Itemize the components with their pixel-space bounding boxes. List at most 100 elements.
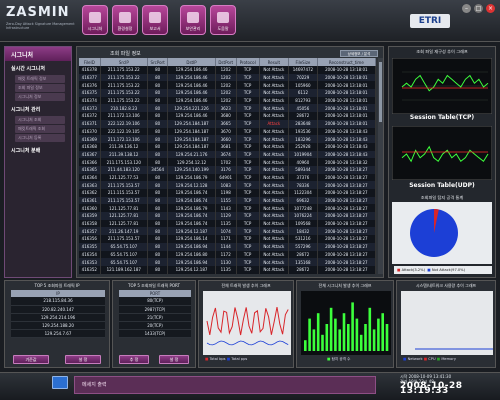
- table-cell: 416376: [79, 81, 101, 90]
- table-row[interactable]: 416374 211.175.153.22 80 129.254.186.46 1202…: [79, 96, 376, 105]
- column-header[interactable]: FileSize: [288, 58, 318, 66]
- nav-settings-button[interactable]: 환경설정: [112, 5, 138, 35]
- list-item[interactable]: 129.254.214.196: [11, 313, 105, 322]
- table-row[interactable]: 416373 210.182.8.23 80 129.254.221.226 3623 T…: [79, 104, 376, 113]
- table-row[interactable]: 416364 121.125.77.53 80 129.254.186.79 64901…: [79, 173, 376, 182]
- table-cell: 129.254.221.226: [167, 104, 216, 113]
- table-cell: 2008-10-28 13:18:01: [317, 89, 376, 97]
- scrollbar-thumb[interactable]: [379, 62, 382, 122]
- list-item[interactable]: 129.254.7.67: [11, 329, 105, 338]
- table-row[interactable]: 416358 121.125.77.81 80 129.254.186.74 1135 T…: [79, 219, 376, 228]
- table-row[interactable]: 416371 222.122.19.106 80 129.254.184.187 366…: [79, 119, 376, 128]
- nav-security-button[interactable]: 보안관리: [180, 5, 206, 35]
- table-header: FileID SrcIP SrcPort DstIP DstPort Protocol Re…: [79, 58, 376, 66]
- column-header[interactable]: Reconstruct_time: [317, 58, 376, 66]
- table-cell: 416359: [79, 212, 101, 220]
- table-row[interactable]: 416369 211.172.13.106 80 129.254.184.187 366…: [79, 135, 376, 143]
- table-cell: 3674: [215, 150, 237, 159]
- table-row[interactable]: 416360 121.125.77.81 80 129.254.186.79 1143 T…: [79, 204, 376, 213]
- table-cell: 80: [147, 235, 169, 243]
- list-item[interactable]: 20(TCP): [119, 321, 191, 330]
- port-settings-button[interactable]: 설 정: [159, 355, 189, 364]
- table-row[interactable]: 416363 211.175.153.57 80 129.254.12.128 1083…: [79, 181, 376, 189]
- list-item[interactable]: 218.115.84.36: [11, 297, 105, 306]
- table-cell: 28672: [288, 250, 318, 259]
- list-item[interactable]: 2987(TCP): [119, 305, 191, 314]
- table-row[interactable]: 416365 211.44.183.120 34564 129.254.140.199…: [79, 165, 376, 174]
- list-item[interactable]: 220.82.240.147: [11, 305, 105, 314]
- table-cell: 416375: [79, 89, 101, 97]
- table-cell: 80: [147, 89, 169, 97]
- table-cell: 80: [147, 127, 169, 136]
- table-row[interactable]: 416377 211.175.153.22 80 129.254.186.46 1202…: [79, 73, 376, 82]
- column-header[interactable]: FileID: [79, 58, 101, 66]
- table-row[interactable]: 416366 211.175.153.120 80 129.254.12.12 1702…: [79, 158, 376, 166]
- signature-bar: [355, 318, 359, 351]
- tcp-session-title: Session Table(TCP): [409, 114, 475, 121]
- table-row[interactable]: 416370 222.122.19.105 80 129.254.184.187 367…: [79, 127, 376, 136]
- list-item[interactable]: 21(TCP): [119, 313, 191, 322]
- table-cell: 1130: [215, 258, 237, 266]
- table-cell: Not Attack: [259, 96, 290, 105]
- table-row[interactable]: 416375 211.175.153.22 80 129.254.186.46 1202…: [79, 89, 376, 97]
- table-row[interactable]: 416367 211.39.138.12 80 129.254.21.176 3674 T…: [79, 150, 376, 159]
- table-row[interactable]: 416356 211.175.153.57 80 129.254.186.14 1171…: [79, 235, 376, 243]
- table-cell: 183296: [288, 135, 318, 143]
- table-cell: TCP: [236, 66, 260, 74]
- nav-signature-button[interactable]: 시그니처: [82, 5, 108, 35]
- close-icon[interactable]: ×: [486, 4, 495, 13]
- column-header[interactable]: DstPort: [215, 58, 237, 66]
- port-estimate-button[interactable]: 추 정: [119, 355, 149, 364]
- list-item[interactable]: 80(TCP): [119, 297, 191, 306]
- table-row[interactable]: 416368 211.39.136.12 80 129.254.184.187 3681…: [79, 142, 376, 151]
- sidebar-item-signature-info[interactable]: 시그니처 정보: [15, 93, 65, 101]
- table-cell: TCP: [236, 196, 260, 205]
- sidebar-section-manage[interactable]: 시그니처 관리: [5, 102, 71, 115]
- ip-baseline-button[interactable]: 기준값: [13, 355, 49, 364]
- table-row[interactable]: 416376 211.175.153.22 80 129.254.186.46 1202…: [79, 81, 376, 90]
- table-cell: 1202: [215, 81, 237, 90]
- table-row[interactable]: 416353 65.54.75.107 80 129.254.186.94 1130 TC…: [79, 258, 376, 266]
- table-row[interactable]: 416355 65.54.75.107 80 129.254.186.94 1144 TC…: [79, 242, 376, 251]
- table-cell: 80: [147, 112, 169, 120]
- list-item[interactable]: 129.254.188.20: [11, 321, 105, 330]
- detail-analysis-button[interactable]: 상세정보 / 분석: [340, 50, 378, 57]
- table-cell: TCP: [236, 227, 260, 236]
- sidebar-section-realtime[interactable]: 실시간 시그니처: [5, 61, 71, 74]
- nav-report-button[interactable]: 보고서: [142, 5, 168, 35]
- column-header[interactable]: SrcIP: [100, 58, 148, 66]
- table-cell: 1172: [215, 250, 237, 259]
- column-header[interactable]: Result: [259, 58, 290, 66]
- table-row[interactable]: 416359 121.125.77.81 80 129.254.186.74 1129 T…: [79, 212, 376, 220]
- sidebar-item-packet-traffic[interactable]: 패킷 트래픽 정보: [15, 75, 65, 83]
- table-row[interactable]: 416378 211.175.153.22 80 129.254.186.46 1202…: [79, 66, 376, 74]
- sidebar-item-signature-register[interactable]: 시그니처 등록: [15, 134, 65, 142]
- column-header[interactable]: Protocol: [236, 58, 260, 66]
- sidebar-section-distribute[interactable]: 시그니처 분배: [5, 143, 71, 156]
- table-row[interactable]: 416354 65.54.75.107 80 129.254.186.80 1172 TC…: [79, 250, 376, 259]
- table-cell: 416358: [79, 219, 101, 228]
- table-row[interactable]: 416352 121.189.162.187 80 129.254.12.187 113…: [79, 265, 376, 274]
- sidebar-item-signature-search[interactable]: 시그니처 조회: [15, 116, 65, 124]
- signature-bar: [321, 334, 324, 351]
- list-item[interactable]: 1433(TCP): [119, 329, 191, 338]
- signature-bar: [304, 340, 307, 351]
- app-subtitle: Zero-Day Attack Signature Management Inf…: [6, 22, 75, 30]
- column-header[interactable]: SrcPort: [147, 58, 169, 66]
- table-cell: 80: [147, 196, 169, 205]
- maximize-icon[interactable]: □: [474, 4, 483, 13]
- table-row[interactable]: 416361 211.175.153.57 80 129.254.186.74 1155…: [79, 196, 376, 205]
- table-cell: 211.175.153.57: [100, 181, 148, 189]
- column-header[interactable]: DstIP: [167, 58, 216, 66]
- sidebar-item-file-info[interactable]: 조회 파일 정보: [15, 84, 65, 92]
- ip-settings-button[interactable]: 설 정: [65, 355, 101, 364]
- table-cell: Not Attack: [259, 112, 290, 120]
- table-scrollbar[interactable]: [378, 58, 383, 274]
- sidebar-item-traffic-search[interactable]: 패킷트래픽 조회: [15, 125, 65, 133]
- table-cell: 129.254.184.187: [167, 135, 216, 143]
- minimize-icon[interactable]: –: [462, 4, 471, 13]
- table-row[interactable]: 416357 211.26.147.19 80 129.254.12.187 1074 T…: [79, 227, 376, 236]
- table-row[interactable]: 416372 211.172.13.106 80 129.254.186.46 3680…: [79, 112, 376, 120]
- table-row[interactable]: 416362 211.115.153.57 80 129.254.186.74 1198…: [79, 189, 376, 197]
- nav-help-button[interactable]: 도움말: [210, 5, 236, 35]
